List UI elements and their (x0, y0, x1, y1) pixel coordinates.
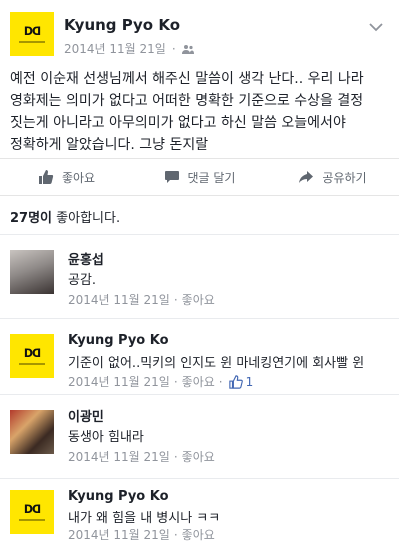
avatar-logo-mark: ᗞᗡ (23, 346, 41, 360)
commenter-name[interactable]: 이광민 (68, 406, 104, 425)
comment-text: 내가 왜 힘을 내 병시나 ㅋㅋ (68, 511, 221, 526)
likes-count: 27명이 (10, 211, 53, 226)
meta-separator: · (173, 449, 178, 464)
commenter-name[interactable]: 윤홍섭 (68, 249, 104, 268)
comment: 윤홍섭 공감. 2014년 11월 21일 · 좋아요 (0, 236, 399, 316)
divider (0, 234, 399, 235)
like-button-label: 좋아요 (61, 170, 96, 185)
comment-meta: 2014년 11월 21일 · 좋아요 (68, 448, 215, 465)
avatar-logo-mark: ᗞᗡ (23, 24, 41, 38)
post-meta: 2014년 11월 21일 · (64, 40, 194, 57)
meta-separator: · (218, 374, 223, 389)
comment-date[interactable]: 2014년 11월 21일 (68, 526, 170, 543)
divider (0, 394, 399, 395)
comment-meta: 2014년 11월 21일 · 좋아요 · 1 (68, 373, 253, 390)
comment-meta: 2014년 11월 21일 · 좋아요 (68, 291, 215, 308)
likes-summary[interactable]: 27명이 좋아합니다. (10, 207, 120, 226)
comment: ᗞᗡ Kyung Pyo Ko 내가 왜 힘을 내 병시나 ㅋㅋ 2014년 1… (0, 480, 399, 543)
comment-meta: 2014년 11월 21일 · 좋아요 (68, 526, 215, 543)
comment: 이광민 동생아 힘내라 2014년 11월 21일 · 좋아요 (0, 396, 399, 476)
post-body-text: 예전 이순재 선생님께서 해주신 말씀이 생각 난다.. 우리 나라 영화제는 … (10, 71, 364, 153)
comment-like-count[interactable]: 1 (228, 374, 254, 389)
post-date[interactable]: 2014년 11월 21일 (64, 40, 166, 57)
comment-date[interactable]: 2014년 11월 21일 (68, 373, 170, 390)
avatar-logo-caption (18, 518, 46, 521)
share-button-label: 공유하기 (322, 170, 367, 185)
comment-text: 공감. (68, 273, 97, 288)
comment-like-link[interactable]: 좋아요 (182, 373, 215, 390)
commenter-avatar[interactable]: ᗞᗡ (10, 334, 54, 378)
comment-like-link[interactable]: 좋아요 (182, 526, 215, 543)
meta-separator: · (173, 292, 178, 307)
meta-separator: · (173, 527, 178, 542)
share-icon (299, 171, 314, 183)
avatar-logo-caption (18, 40, 46, 43)
comment: ᗞᗡ Kyung Pyo Ko 기준이 없어..믹키의 인지도 윈 마네킹연기에… (0, 320, 399, 400)
comment-button[interactable]: 댓글 달기 (133, 159, 266, 195)
share-button[interactable]: 공유하기 (266, 159, 399, 195)
chevron-down-icon[interactable] (369, 22, 383, 32)
commenter-avatar[interactable] (10, 250, 54, 294)
avatar-logo-caption (18, 362, 46, 365)
comment-text: 기준이 없어..믹키의 인지도 윈 마네킹연기에 회사빨 윈 (68, 356, 365, 371)
comment-like-link[interactable]: 좋아요 (182, 448, 215, 465)
avatar-logo-mark: ᗞᗡ (23, 502, 41, 516)
post-author-name[interactable]: Kyung Pyo Ko (64, 16, 180, 34)
meta-separator: · (171, 41, 176, 56)
meta-separator: · (173, 374, 178, 389)
comment-date[interactable]: 2014년 11월 21일 (68, 291, 170, 308)
thumbs-up-icon (38, 170, 54, 184)
comment-button-label: 댓글 달기 (187, 170, 236, 185)
divider (0, 478, 399, 479)
post-header: ᗞᗡ Kyung Pyo Ko 2014년 11월 21일 · (0, 0, 399, 66)
comment-icon (164, 171, 179, 183)
like-button[interactable]: 좋아요 (0, 159, 133, 195)
comment-text: 동생아 힘내라 (68, 430, 144, 445)
likes-summary-text: 좋아합니다. (52, 211, 121, 226)
post-author-avatar[interactable]: ᗞᗡ (10, 12, 54, 56)
thumbs-up-icon (228, 374, 243, 389)
commenter-name[interactable]: Kyung Pyo Ko (68, 333, 169, 348)
like-count-value: 1 (245, 374, 254, 389)
commenter-avatar[interactable] (10, 410, 54, 454)
commenter-name[interactable]: Kyung Pyo Ko (68, 489, 169, 504)
divider (0, 318, 399, 319)
commenter-avatar[interactable]: ᗞᗡ (10, 490, 54, 534)
comment-like-link[interactable]: 좋아요 (182, 291, 215, 308)
post-action-bar: 좋아요 댓글 달기 공유하기 (0, 158, 399, 196)
comment-date[interactable]: 2014년 11월 21일 (68, 448, 170, 465)
friends-icon[interactable] (181, 44, 194, 54)
